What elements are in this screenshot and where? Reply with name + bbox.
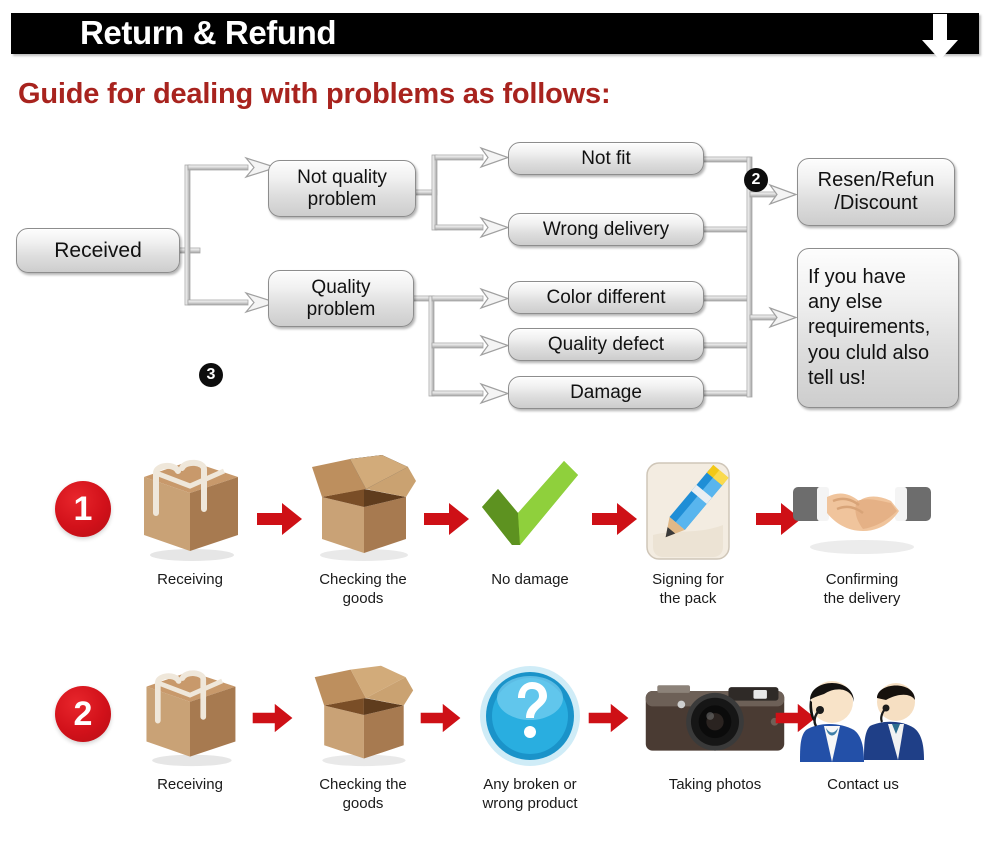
flow-node-other-requirements-line5: tell us! [808,367,866,390]
step-receiving-2[interactable]: Receiving [115,650,265,795]
flow-node-received[interactable]: Received [16,228,180,273]
flow-node-other-requirements-line4: you cluld also [808,341,930,364]
step-signing-pack[interactable]: Signing for the pack [613,445,763,609]
closed-box-icon [115,650,265,768]
step-checking-goods-1-line1: Checking the [319,571,407,588]
process-row-2: 2 Receiving Checking the goods Any broke… [0,645,1000,841]
page-title: Return & Refund [80,14,337,51]
step-signing-pack-line1: Signing for [652,571,724,588]
step-checking-goods-1-label: Checking the goods [288,571,438,609]
guide-heading: Guide for dealing with problems as follo… [18,78,611,110]
step-checking-goods-2-label: Checking the goods [288,776,438,814]
step-taking-photos-label: Taking photos [668,776,762,793]
step-contact-us[interactable]: Contact us [788,650,938,795]
step-receiving-2-label: Receiving [157,776,223,793]
step-checking-goods-2-line1: Checking the [319,776,407,793]
row-1-number-badge: 1 [55,481,111,537]
flow-node-quality-problem-line2: problem [306,298,376,320]
flow-node-other-requirements-line3: requirements, [808,316,931,339]
returns-flowchart: Received 3 Not quality problem Quality p… [0,130,1000,430]
open-box-icon [288,445,438,563]
down-arrow-icon [920,14,960,60]
red-right-arrow-icon [588,703,634,737]
step-confirming-delivery-line2: the delivery [823,589,901,607]
flow-node-color-different-label: Color different [546,286,666,308]
flow-node-quality-problem-line1: Quality [311,276,371,298]
flow-node-not-quality-problem-line1: Not quality [297,166,387,188]
step-receiving-1-label: Receiving [157,571,223,588]
closed-box-icon [115,445,265,563]
camera-icon [640,650,790,768]
flow-node-received-label: Received [54,238,142,262]
process-steps: 1 Receiving Checking the goods No damage… [0,440,1000,841]
step-signing-pack-line2: the pack [659,589,717,607]
step-any-broken-line1: Any broken or [483,776,577,793]
flow-node-resend-line2: /Discount [834,192,918,214]
step-checking-goods-1[interactable]: Checking the goods [288,445,438,609]
step-confirming-delivery-label: Confirming the delivery [787,571,937,609]
flow-node-damage-label: Damage [570,381,642,403]
row-2-number-badge: 2 [55,686,111,742]
step-checking-goods-1-line2: goods [342,589,384,607]
step-checking-goods-2[interactable]: Checking the goods [288,650,438,814]
badge-step-3-label: 3 [206,366,216,383]
step-any-broken-line2: wrong product [482,794,578,812]
step-confirming-delivery-line1: Confirming [825,571,899,588]
step-no-damage-label: No damage [491,571,569,588]
step-taking-photos[interactable]: Taking photos [640,650,790,795]
flow-node-quality-defect[interactable]: Quality defect [508,328,704,361]
step-receiving-1[interactable]: Receiving [115,445,265,590]
badge-step-2: 2 [744,168,768,192]
flow-node-not-quality-problem[interactable]: Not quality problem [268,160,416,217]
flow-node-other-requirements-line2: any else [808,290,883,313]
step-contact-us-label: Contact us [827,776,899,793]
step-any-broken-or-wrong-label: Any broken or wrong product [455,776,605,814]
row-2-number-label: 2 [73,695,93,733]
flow-node-not-fit-label: Not fit [581,147,631,169]
process-row-1: 1 Receiving Checking the goods No damage… [0,440,1000,640]
step-any-broken-or-wrong[interactable]: Any broken or wrong product [455,650,605,814]
support-agents-icon [788,650,938,768]
pencil-signing-icon [613,445,763,563]
step-checking-goods-2-line2: goods [342,794,384,812]
flow-node-quality-problem[interactable]: Quality problem [268,270,414,327]
step-no-damage[interactable]: No damage [455,445,605,590]
flow-node-other-requirements[interactable]: If you have any else requirements, you c… [797,248,959,408]
flow-node-not-quality-problem-line2: problem [307,188,377,210]
row-1-number-label: 1 [73,490,93,528]
question-mark-icon [455,650,605,768]
flow-node-wrong-delivery-label: Wrong delivery [542,218,670,240]
flow-node-wrong-delivery[interactable]: Wrong delivery [508,213,704,246]
badge-step-2-label: 2 [751,171,761,188]
flow-node-resend-line1: Resen/Refun [817,169,935,191]
step-confirming-delivery[interactable]: Confirming the delivery [787,445,937,609]
handshake-icon [787,445,937,563]
flow-node-quality-defect-label: Quality defect [547,333,665,355]
flow-node-damage[interactable]: Damage [508,376,704,409]
step-signing-pack-label: Signing for the pack [613,571,763,609]
flow-node-not-fit[interactable]: Not fit [508,142,704,175]
open-box-icon [288,650,438,768]
flow-node-resend-refund-discount[interactable]: Resen/Refun /Discount [797,158,955,226]
green-check-icon [455,445,605,563]
flow-node-other-requirements-line1: If you have [808,265,906,288]
flow-node-color-different[interactable]: Color different [508,281,704,314]
badge-step-3: 3 [199,363,223,387]
